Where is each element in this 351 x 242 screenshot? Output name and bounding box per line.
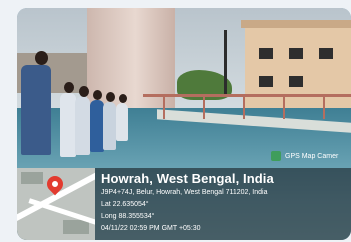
lamp-post	[224, 30, 227, 95]
railing-post	[323, 97, 325, 119]
gps-map-camera-icon	[271, 151, 281, 161]
person-head	[119, 94, 127, 103]
person	[60, 93, 76, 157]
railing-post	[203, 97, 205, 119]
location-info: Howrah, West Bengal, India J9P4+74J, Bel…	[101, 171, 349, 232]
person-head	[106, 92, 115, 102]
building-roof	[241, 20, 351, 28]
railing-post	[283, 97, 285, 119]
timestamp: 04/11/22 02:59 PM GMT +05:30	[101, 225, 201, 232]
person-head	[64, 82, 74, 93]
person	[90, 100, 104, 152]
person	[116, 103, 128, 141]
map-block	[21, 172, 43, 184]
building-window	[319, 48, 333, 59]
railing-post	[163, 97, 165, 119]
person-head	[79, 86, 89, 97]
map-block	[63, 220, 89, 234]
person	[103, 102, 116, 150]
person	[75, 97, 90, 155]
building-window	[259, 48, 273, 59]
photo-frame: GPS Map Camer Howrah, West Bengal, India…	[17, 8, 351, 240]
location-address: J9P4+74J, Belur, Howrah, West Bengal 711…	[101, 189, 268, 196]
building-window	[259, 76, 273, 87]
railing-post	[243, 97, 245, 119]
person-head	[93, 90, 102, 100]
person	[21, 65, 51, 155]
building-window	[289, 48, 303, 59]
person-head	[35, 51, 48, 65]
location-city: Howrah, West Bengal, India	[101, 171, 274, 186]
latitude: Lat 22.635054°	[101, 201, 149, 208]
gps-map-camera-badge: GPS Map Camer	[271, 151, 338, 161]
railing	[143, 94, 351, 123]
building-window	[289, 76, 303, 87]
longitude: Long 88.355534°	[101, 213, 155, 220]
badge-label: GPS Map Camer	[285, 152, 339, 160]
